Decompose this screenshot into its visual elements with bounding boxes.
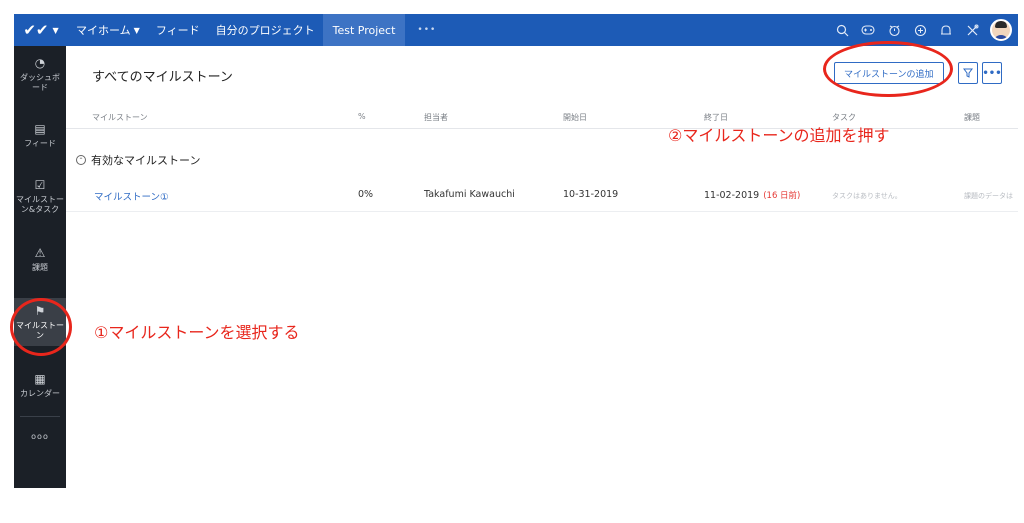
chevron-down-icon: ▼ <box>133 25 140 35</box>
active-project-label: Test Project <box>332 23 396 37</box>
annotation-circle-add-button <box>823 41 953 97</box>
overdue-badge: (16 日前) <box>763 191 801 201</box>
column-header-start-date[interactable]: 開始日 <box>563 112 587 123</box>
column-header-percent[interactable]: % <box>358 112 366 121</box>
user-avatar[interactable] <box>990 19 1012 41</box>
milestone-end-date: 11-02-2019 (16 日前) <box>704 189 800 201</box>
nav-feed[interactable]: フィード <box>148 14 208 46</box>
chevron-down-icon: ▼ <box>52 25 59 35</box>
search-icon[interactable] <box>830 18 854 42</box>
column-header-issues[interactable]: 課題 <box>964 112 980 123</box>
sidebar-item-label: カレンダー <box>20 389 60 398</box>
sidebar-item-issues[interactable]: ⚠ 課題 <box>14 246 66 273</box>
sidebar-item-label: 課題 <box>32 263 48 272</box>
timer-icon[interactable] <box>882 18 906 42</box>
annotation-step1: ①マイルストーンを選択する <box>94 323 300 342</box>
filter-button[interactable] <box>958 62 978 84</box>
plus-circle-icon[interactable] <box>908 18 932 42</box>
milestone-task-icon: ☑ <box>34 178 46 192</box>
top-bar: ✔✔ ▼ マイホーム ▼ フィード 自分のプロジェクト Test Project… <box>14 14 1018 46</box>
gamepad-icon[interactable] <box>856 18 880 42</box>
row-divider <box>66 211 1018 212</box>
checkmark-logo-icon: ✔✔ <box>23 21 49 39</box>
sidebar-divider <box>20 416 60 417</box>
end-date-value: 11-02-2019 <box>704 190 760 201</box>
sidebar-item-label: マイルストーン&タスク <box>16 195 64 214</box>
page-title: すべてのマイルストーン <box>92 70 233 85</box>
sidebar-item-label: ダッシュボード <box>20 73 60 92</box>
bell-icon[interactable] <box>934 18 958 42</box>
milestone-name-link[interactable]: マイルストーン① <box>94 189 169 203</box>
calendar-icon: ▦ <box>34 372 46 386</box>
milestone-group-active[interactable]: ⌃ 有効なマイルストーン <box>76 152 200 168</box>
sidebar-item-feed[interactable]: ▤ フィード <box>14 122 66 149</box>
sidebar-item-dashboard[interactable]: ◔ ダッシュボード <box>14 56 66 93</box>
more-options-button[interactable]: ••• <box>982 62 1002 84</box>
column-header-milestone[interactable]: マイルストーン <box>92 112 148 123</box>
sidebar-item-calendar[interactable]: ▦ カレンダー <box>14 372 66 399</box>
sidebar-more-button[interactable]: ooo <box>14 432 66 441</box>
nav-feed-label: フィード <box>155 24 200 37</box>
milestone-percent: 0% <box>358 189 374 200</box>
nav-my-projects[interactable]: 自分のプロジェクト <box>208 14 323 46</box>
milestone-tasks: タスクはありません。 <box>832 192 902 200</box>
milestone-issues: 課題のデータは <box>964 192 1013 200</box>
nav-more-button[interactable]: ••• <box>405 25 448 35</box>
feed-icon: ▤ <box>34 122 46 136</box>
dashboard-icon: ◔ <box>34 56 46 70</box>
tools-icon[interactable] <box>960 18 984 42</box>
milestone-owner: Takafumi Kawauchi <box>424 189 515 200</box>
milestone-start-date: 10-31-2019 <box>563 189 619 200</box>
annotation-step2: ②マイルストーンの追加を押す <box>668 126 890 145</box>
nav-my-projects-label: 自分のプロジェクト <box>215 24 315 37</box>
nav-active-project[interactable]: Test Project <box>322 14 406 46</box>
column-header-owner[interactable]: 担当者 <box>424 112 448 123</box>
sidebar: ◔ ダッシュボード ▤ フィード ☑ マイルストーン&タスク ⚠ 課題 ⚑ マイ… <box>14 46 66 488</box>
group-label: 有効なマイルストーン <box>91 154 201 167</box>
nav-my-home[interactable]: マイホーム ▼ <box>68 14 148 46</box>
sidebar-item-label: フィード <box>24 139 56 148</box>
annotation-circle-milestones <box>10 298 72 356</box>
collapse-icon[interactable]: ⌃ <box>76 155 86 165</box>
sidebar-item-milestones-tasks[interactable]: ☑ マイルストーン&タスク <box>14 178 66 215</box>
top-icon-group <box>828 14 1018 46</box>
main-content: すべてのマイルストーン マイルストーンの追加 ••• マイルストーン % 担当者… <box>66 46 1018 488</box>
nav-my-home-label: マイホーム <box>76 24 131 37</box>
app-logo[interactable]: ✔✔ ▼ <box>14 14 68 46</box>
warning-icon: ⚠ <box>34 246 46 260</box>
filter-icon <box>963 68 973 78</box>
